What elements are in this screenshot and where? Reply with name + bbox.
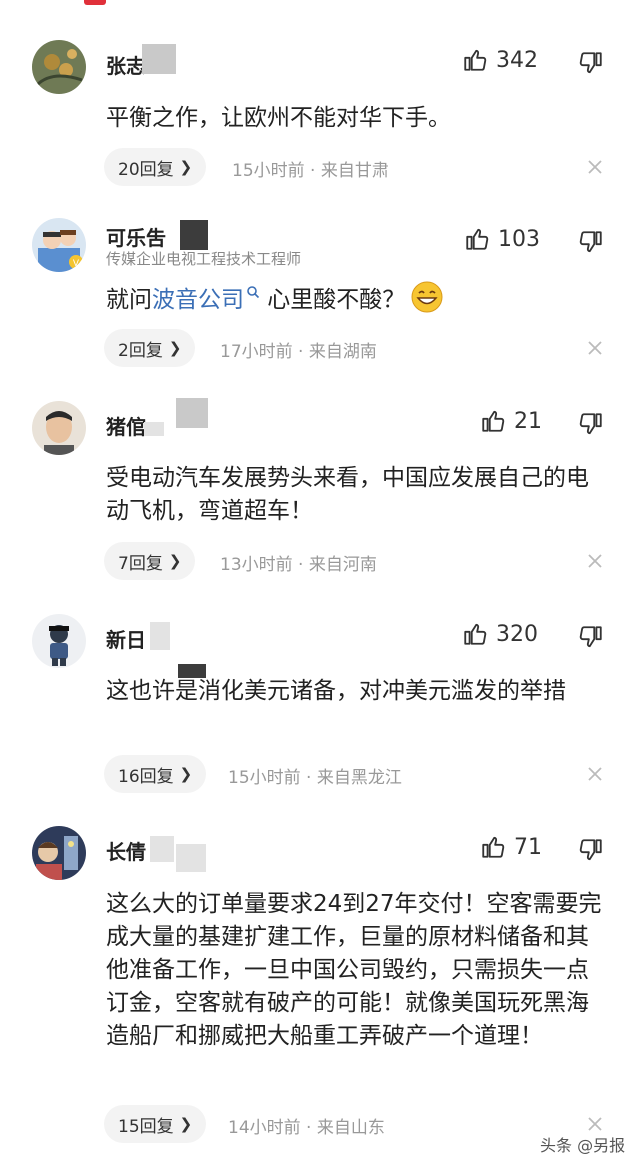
comment-text: 就问波音公司 心里酸不酸？ — [106, 281, 606, 317]
like-button[interactable]: 21 — [480, 408, 542, 434]
username[interactable]: 长倩 — [106, 836, 146, 865]
thumbs-down-icon[interactable] — [578, 50, 604, 76]
grin-emoji-icon — [411, 281, 443, 313]
comment-time: 14小时前 — [228, 1118, 301, 1138]
chevron-right-icon: ❯ — [179, 1115, 193, 1133]
close-icon[interactable] — [586, 339, 604, 357]
comment-text: 平衡之作，让欧州不能对华下手。 — [106, 105, 451, 131]
thumbs-up-icon — [466, 228, 489, 250]
meta-separator: · — [306, 1118, 312, 1138]
reply-button[interactable]: 2回复 ❯ — [104, 329, 196, 367]
user-avatar[interactable] — [32, 40, 86, 94]
censor-mosaic — [176, 844, 206, 872]
username[interactable]: 猪倌 — [106, 411, 146, 440]
comment-text: 这也许是消化美元诸备，对冲美元滥发的举措 — [106, 678, 566, 704]
like-count: 71 — [514, 834, 542, 860]
reply-button[interactable]: 16回复 ❯ — [104, 755, 207, 793]
chevron-right-icon: ❯ — [179, 765, 193, 783]
username[interactable]: 张志 — [106, 50, 146, 79]
close-icon[interactable] — [586, 765, 604, 783]
user-avatar[interactable] — [32, 826, 86, 880]
comment-location: 来自甘肃 — [320, 161, 389, 181]
like-button[interactable]: 71 — [480, 834, 542, 860]
reply-button[interactable]: 15回复 ❯ — [104, 1105, 207, 1143]
thumbs-up-icon — [482, 836, 505, 858]
comment-text: 受电动汽车发展势头来看，中国应发展自己的电动飞机，弯道超车！ — [106, 465, 589, 524]
meta-separator: · — [306, 768, 312, 788]
comment-text-prefix: 就问 — [106, 287, 152, 313]
comment-time: 13小时前 — [220, 555, 293, 575]
comment-meta: 13小时前 · 来自河南 — [220, 550, 377, 575]
close-icon[interactable] — [586, 552, 604, 570]
comment-time: 15小时前 — [228, 768, 301, 788]
censor-mosaic — [150, 622, 170, 650]
comment-text-suffix: 心里酸不酸？ — [260, 287, 406, 313]
comment-location: 来自湖南 — [308, 342, 377, 362]
comment-meta: 15小时前 · 来自黑龙江 — [228, 763, 402, 788]
user-avatar[interactable]: V — [32, 218, 86, 272]
search-link[interactable]: 波音公司 — [152, 287, 244, 313]
meta-separator: · — [310, 161, 316, 181]
reply-button[interactable]: 20回复 ❯ — [104, 148, 207, 186]
reply-count: 2回复 — [118, 340, 163, 361]
username[interactable]: 可乐吿 — [106, 222, 166, 251]
comment-location: 来自黑龙江 — [316, 768, 402, 788]
comment-meta: 15小时前 · 来自甘肃 — [232, 156, 389, 181]
censor-mosaic — [150, 836, 174, 862]
chevron-right-icon: ❯ — [168, 552, 182, 570]
meta-separator: · — [298, 555, 304, 575]
censor-mosaic — [176, 398, 208, 428]
meta-separator: · — [298, 342, 304, 362]
censor-mosaic — [144, 422, 164, 436]
thumbs-down-icon[interactable] — [578, 229, 604, 255]
thumbs-down-icon[interactable] — [578, 411, 604, 437]
reply-count: 7回复 — [118, 553, 163, 574]
like-count: 320 — [496, 621, 538, 647]
close-icon[interactable] — [586, 158, 604, 176]
username[interactable]: 新日 — [106, 624, 146, 653]
reply-count: 15回复 — [118, 1116, 174, 1137]
thumbs-up-icon — [482, 410, 505, 432]
comment-text: 这么大的订单量要求24到27年交付！空客需要完成大量的基建扩建工作，巨量的原材料… — [106, 891, 602, 1049]
svg-text:V: V — [73, 259, 80, 269]
thumbs-up-icon — [464, 623, 487, 645]
like-button[interactable]: 320 — [462, 621, 538, 647]
thumbs-down-icon[interactable] — [578, 624, 604, 650]
chevron-right-icon: ❯ — [179, 158, 193, 176]
comment-meta: 14小时前 · 来自山东 — [228, 1113, 385, 1138]
reply-button[interactable]: 7回复 ❯ — [104, 542, 196, 580]
censor-mosaic — [142, 44, 176, 74]
comment-location: 来自山东 — [316, 1118, 385, 1138]
thumbs-up-icon — [464, 49, 487, 71]
comment-meta: 17小时前 · 来自湖南 — [220, 337, 377, 362]
top-accent-bar — [84, 0, 106, 5]
like-count: 342 — [496, 47, 538, 73]
like-count: 103 — [498, 226, 540, 252]
comment-time: 15小时前 — [232, 161, 305, 181]
search-icon[interactable] — [246, 285, 260, 299]
like-button[interactable]: 103 — [464, 226, 540, 252]
user-avatar[interactable] — [32, 614, 86, 668]
user-title: 传媒企业电视工程技术工程师 — [106, 250, 302, 268]
chevron-right-icon: ❯ — [168, 339, 182, 357]
like-count: 21 — [514, 408, 542, 434]
like-button[interactable]: 342 — [462, 47, 538, 73]
censor-mosaic — [180, 220, 208, 250]
watermark: 头条 @另报 — [540, 1136, 626, 1155]
comment-time: 17小时前 — [220, 342, 293, 362]
user-avatar[interactable] — [32, 401, 86, 455]
comment-location: 来自河南 — [308, 555, 377, 575]
thumbs-down-icon[interactable] — [578, 837, 604, 863]
reply-count: 20回复 — [118, 159, 174, 180]
reply-count: 16回复 — [118, 766, 174, 787]
close-icon[interactable] — [586, 1115, 604, 1133]
